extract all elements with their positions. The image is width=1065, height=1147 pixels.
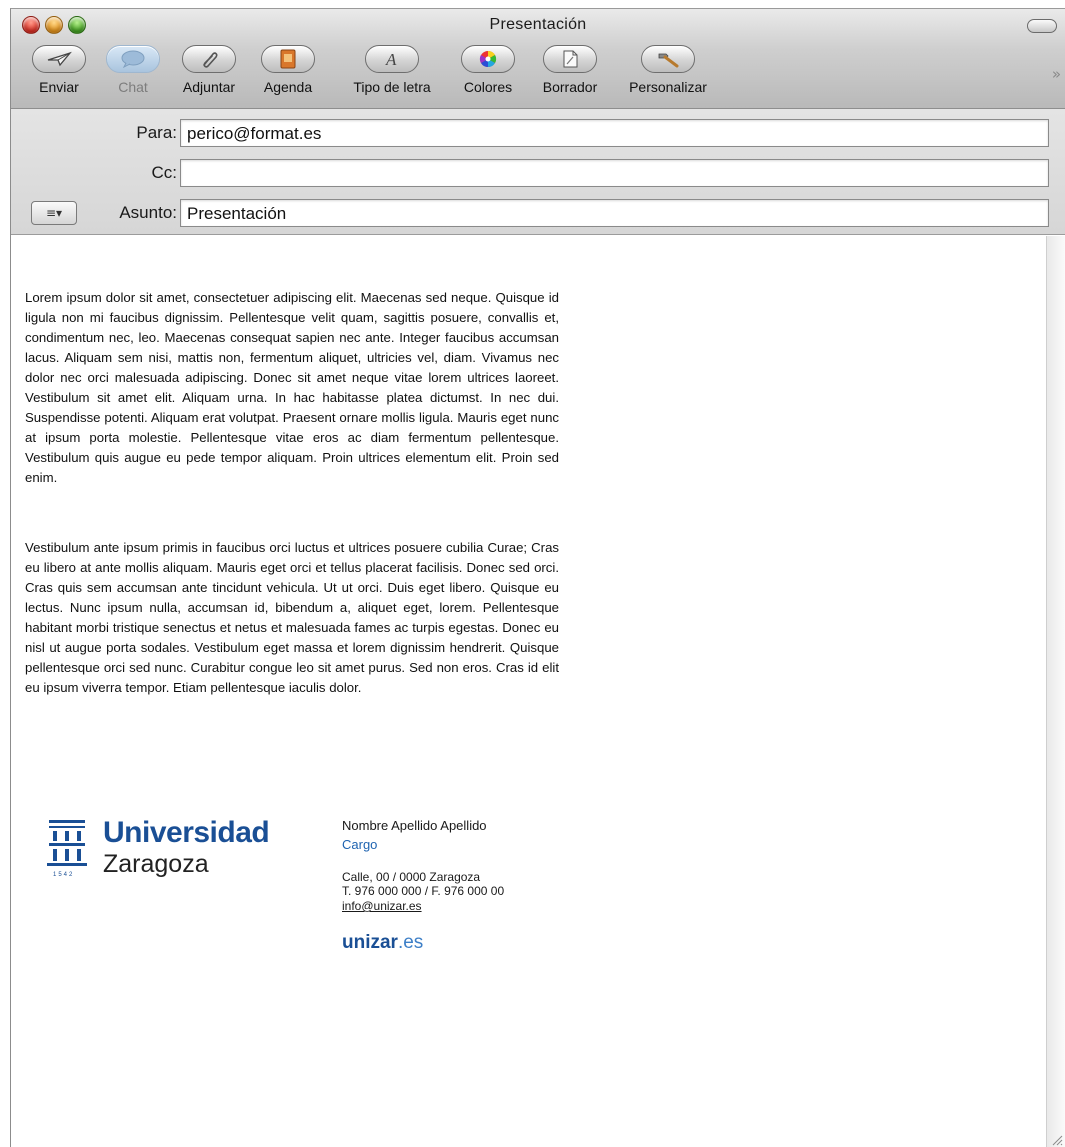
cc-label: Cc: <box>151 163 178 182</box>
colors-button[interactable]: Colores <box>454 45 522 103</box>
logo-year: 1542 <box>53 872 75 878</box>
attach-label: Adjuntar <box>182 79 236 95</box>
chat-button[interactable]: Chat <box>103 45 163 103</box>
send-label: Enviar <box>39 79 79 95</box>
color-wheel-icon <box>479 50 497 68</box>
attach-button[interactable]: Adjuntar <box>175 45 243 103</box>
signature-address: Calle, 00 / 0000 Zaragoza <box>342 870 481 884</box>
website-tld: .es <box>397 932 424 953</box>
window-title: Presentación <box>489 16 587 33</box>
draft-icon <box>563 50 578 68</box>
cc-row: Cc: <box>11 157 1065 189</box>
to-field[interactable]: perico@format.es <box>180 119 1049 147</box>
to-row: Para: perico@format.es <box>11 117 1065 149</box>
signature-phone: T. 976 000 000 / F. 976 000 00 <box>342 884 505 898</box>
website-domain: unizar <box>342 932 398 953</box>
send-icon <box>47 51 72 67</box>
university-logo: 1542 Universidad Zaragoza <box>41 816 281 886</box>
header-fields-menu-button[interactable]: ≡▾ <box>31 201 77 225</box>
chat-icon <box>121 50 145 68</box>
svg-text:A: A <box>385 50 397 69</box>
university-building-icon <box>47 820 87 866</box>
fonts-label: Tipo de letra <box>353 79 431 95</box>
toolbar: Enviar Chat Adjuntar Agenda A Tipo de le… <box>11 43 1065 107</box>
message-headers: Para: perico@format.es Cc: ≡▾ Asunto: Pr… <box>11 109 1065 235</box>
cc-field[interactable] <box>180 159 1049 187</box>
customize-button[interactable]: Personalizar <box>619 45 717 103</box>
signature-email-link[interactable]: info@unizar.es <box>342 899 422 913</box>
send-button[interactable]: Enviar <box>29 45 89 103</box>
address-book-button[interactable]: Agenda <box>255 45 321 103</box>
logo-name: Universidad <box>103 816 270 849</box>
chat-label: Chat <box>118 79 148 95</box>
paperclip-icon <box>203 52 218 68</box>
subject-label: Asunto: <box>119 203 177 222</box>
resize-grip-icon[interactable] <box>1049 1132 1063 1146</box>
subject-field[interactable]: Presentación <box>180 199 1049 227</box>
address-book-label: Agenda <box>263 79 313 95</box>
title-bar: Presentación <box>11 9 1065 43</box>
logo-city: Zaragoza <box>103 850 209 878</box>
toolbar-toggle-button[interactable] <box>1027 19 1057 33</box>
save-draft-button[interactable]: Borrador <box>533 45 607 103</box>
customize-label: Personalizar <box>629 79 707 95</box>
signature-website[interactable]: unizar.es <box>342 932 423 954</box>
mail-compose-window: Presentación Enviar Chat Adjuntar Agenda… <box>10 8 1065 1147</box>
body-paragraph-2: Vestibulum ante ipsum primis in faucibus… <box>25 540 559 695</box>
window-chrome: Presentación Enviar Chat Adjuntar Agenda… <box>11 9 1065 109</box>
subject-row: ≡▾ Asunto: Presentación <box>11 197 1065 229</box>
toolbar-overflow-icon[interactable]: » <box>1052 65 1061 83</box>
to-label: Para: <box>136 123 177 142</box>
address-book-icon <box>280 49 296 69</box>
hammer-icon <box>658 53 679 68</box>
fonts-button[interactable]: A Tipo de letra <box>337 45 447 103</box>
save-draft-label: Borrador <box>542 79 598 95</box>
vertical-scrollbar[interactable] <box>1046 236 1065 1147</box>
signature-name: Nombre Apellido Apellido <box>342 818 487 833</box>
message-body[interactable]: Lorem ipsum dolor sit amet, consectetuer… <box>11 236 1047 1147</box>
signature-role: Cargo <box>342 837 378 852</box>
body-paragraph-1: Lorem ipsum dolor sit amet, consectetuer… <box>25 290 559 485</box>
font-icon: A <box>385 50 397 69</box>
colors-label: Colores <box>463 79 513 95</box>
